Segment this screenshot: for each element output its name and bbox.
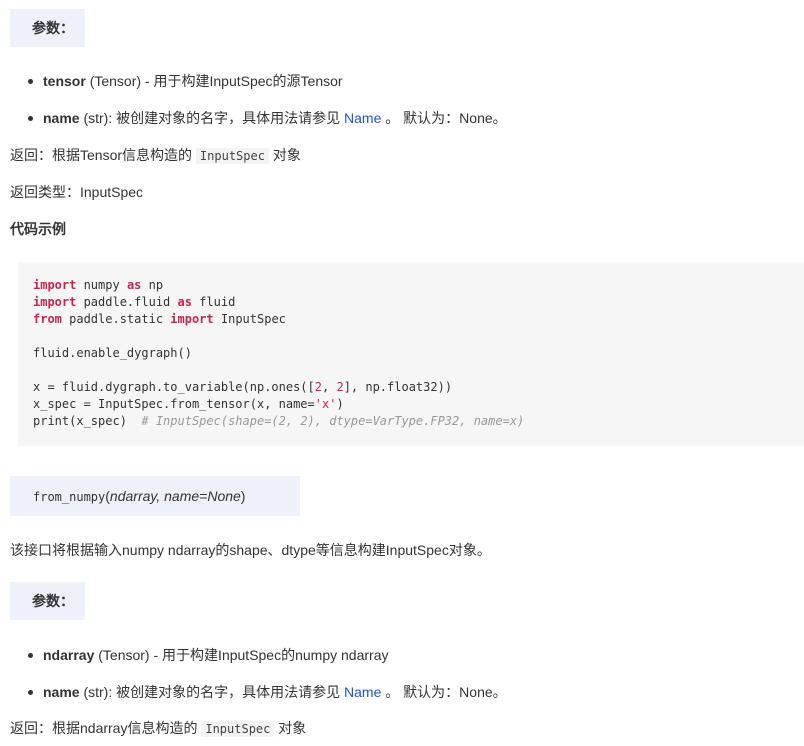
param-desc: : 被创建对象的名字，具体用法请参见: [108, 684, 345, 700]
param-type: (Tensor): [89, 73, 142, 89]
doc-page: 参数： tensor (Tensor) - 用于构建InputSpec的源Ten…: [0, 0, 804, 746]
param-item-ndarray: ndarray (Tensor) - 用于构建InputSpec的numpy n…: [28, 645, 388, 665]
param-name: tensor: [43, 73, 86, 89]
return-suffix: 对象: [274, 720, 307, 736]
return-text: 返回：根据Tensor信息构造的 InputSpec 对象: [10, 145, 301, 166]
param-type: (Tensor): [98, 647, 150, 663]
param-desc: - 用于构建InputSpec的numpy ndarray: [149, 647, 389, 663]
bullet-icon: [28, 652, 33, 658]
code-line: x_spec = InputSpec.from_tensor(x, name='…: [33, 397, 344, 411]
param-name: name: [43, 110, 80, 126]
params-label-box: 参数：: [10, 582, 85, 620]
function-name: from_numpy: [33, 490, 106, 504]
param-type: (str): [83, 684, 109, 700]
param-desc: - 用于构建InputSpec的源Tensor: [141, 73, 343, 89]
param-name: ndarray: [43, 647, 95, 663]
param-item-name: name (str): 被创建对象的名字，具体用法请参见 Name 。 默认为：…: [28, 108, 507, 128]
example-heading: 代码示例: [10, 221, 66, 237]
return-prefix: 返回：根据Tensor信息构造的: [10, 147, 196, 163]
param-item-name: name (str): 被创建对象的名字，具体用法请参见 Name 。 默认为：…: [28, 682, 507, 702]
param-name: name: [43, 684, 80, 700]
param-default: 。 默认为：None。: [381, 110, 507, 126]
sig-close-paren: ): [240, 488, 246, 504]
bullet-icon: [28, 78, 33, 84]
code-line: print(x_spec) # InputSpec(shape=(2, 2), …: [33, 414, 525, 428]
code-comment: # InputSpec(shape=(2, 2), dtype=VarType.…: [141, 414, 525, 428]
function-args: ndarray, name=None: [109, 488, 241, 504]
param-desc: : 被创建对象的名字，具体用法请参见: [108, 110, 345, 126]
name-link[interactable]: Name: [344, 110, 381, 126]
code-line: x = fluid.dygraph.to_variable(np.ones([2…: [33, 380, 453, 394]
name-link[interactable]: Name: [344, 684, 381, 700]
code-line: fluid.enable_dygraph(): [33, 346, 192, 360]
function-description: 该接口将根据输入numpy ndarray的shape、dtype等信息构建In…: [10, 542, 491, 558]
bullet-icon: [28, 115, 33, 121]
params-label: 参数：: [32, 20, 74, 36]
return-type-text: 返回类型：InputSpec: [10, 184, 144, 200]
code-line: import paddle.fluid as fluid: [33, 295, 236, 309]
return-prefix: 返回：根据ndarray信息构造的: [10, 720, 202, 736]
params-label: 参数：: [32, 593, 74, 609]
code-line: import numpy as np: [33, 278, 164, 292]
param-item-tensor: tensor (Tensor) - 用于构建InputSpec的源Tensor: [28, 71, 343, 91]
code-line: from paddle.static import InputSpec: [33, 312, 286, 326]
return-code: InputSpec: [195, 148, 269, 164]
params-label-box: 参数：: [10, 9, 85, 47]
return-text: 返回：根据ndarray信息构造的 InputSpec 对象: [10, 718, 306, 739]
return-code: InputSpec: [201, 721, 275, 737]
param-default: 。 默认为：None。: [381, 684, 507, 700]
param-type: (str): [83, 110, 109, 126]
bullet-icon: [28, 689, 33, 695]
return-suffix: 对象: [268, 147, 301, 163]
function-signature: from_numpy(ndarray, name=None): [10, 476, 300, 516]
code-example-block: import numpy as np import paddle.fluid a…: [18, 262, 804, 446]
